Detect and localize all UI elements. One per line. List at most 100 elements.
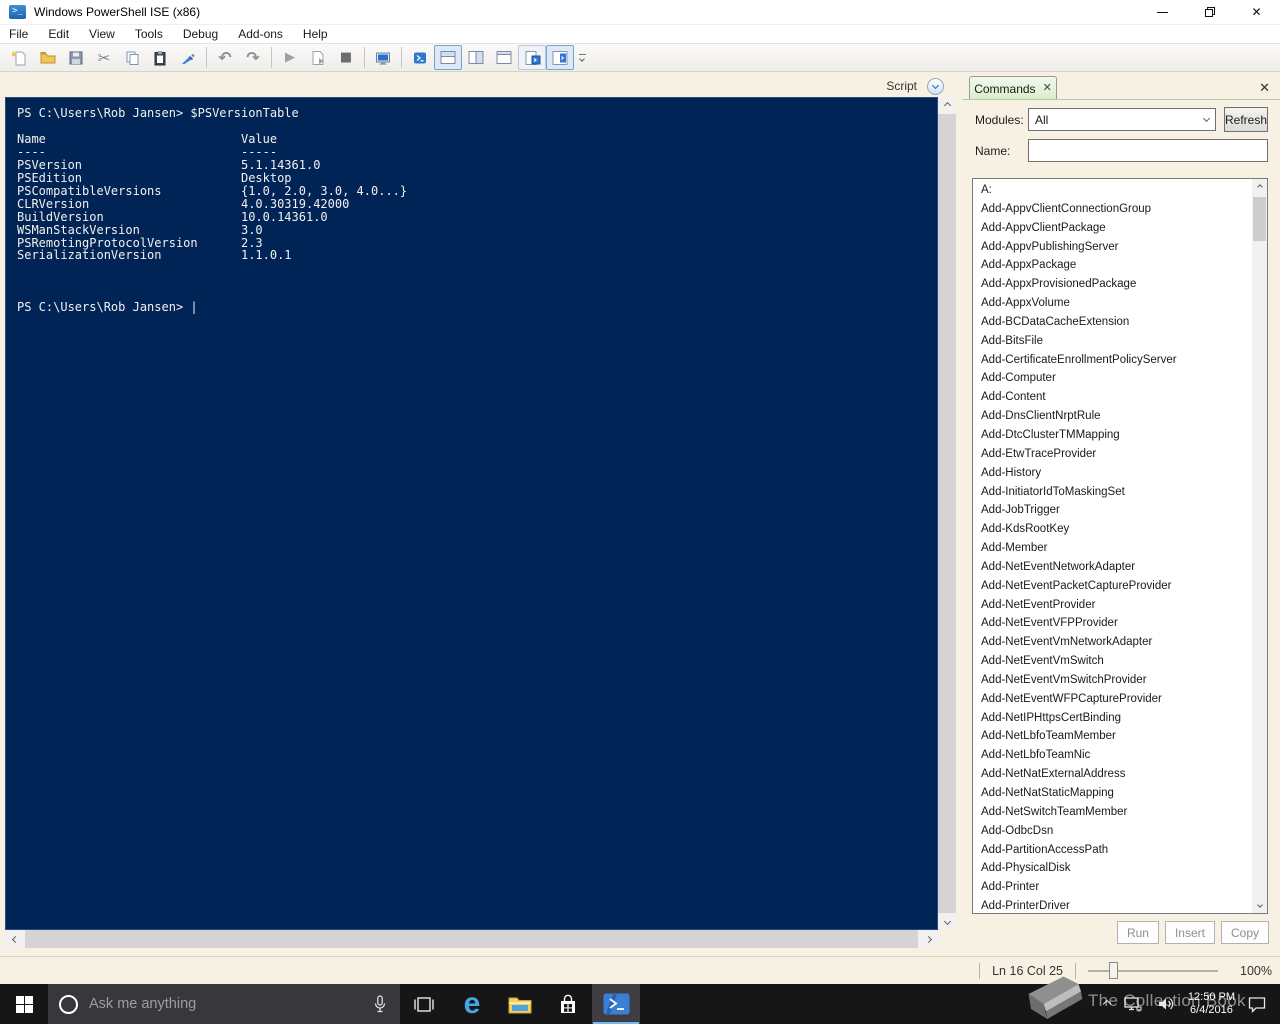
command-list-item[interactable]: Add-DtcClusterTMMapping (973, 426, 1251, 445)
command-list-item[interactable]: Add-PartitionAccessPath (973, 841, 1251, 860)
tray-clock[interactable]: 12:50 PM6/4/2016 (1182, 984, 1241, 1024)
command-list-item[interactable]: Add-AppxProvisionedPackage (973, 275, 1251, 294)
scroll-down-button[interactable] (938, 913, 956, 930)
command-list-item[interactable]: Add-BCDataCacheExtension (973, 313, 1251, 332)
start-powershell-button[interactable] (406, 45, 434, 70)
microphone-icon[interactable] (373, 995, 387, 1014)
taskbar-store-button[interactable] (544, 984, 592, 1024)
command-list-item[interactable]: Add-DnsClientNrptRule (973, 407, 1251, 426)
command-list-item[interactable]: Add-Printer (973, 878, 1251, 897)
restore-button[interactable] (1186, 0, 1233, 25)
show-script-pane-top-button[interactable] (434, 45, 462, 70)
show-script-pane-toggle-button[interactable] (546, 45, 574, 70)
name-filter-input[interactable] (1028, 139, 1268, 162)
run-script-button[interactable]: ▶ (276, 45, 304, 70)
panel-close-button[interactable]: ✕ (1259, 80, 1270, 96)
undo-button[interactable]: ↶ (211, 45, 239, 70)
minimize-button[interactable] (1139, 0, 1186, 25)
command-list-item[interactable]: Add-NetEventProvider (973, 596, 1251, 615)
open-script-button[interactable] (34, 45, 62, 70)
insert-button[interactable]: Insert (1165, 921, 1215, 944)
console-pane[interactable]: PS C:\Users\Rob Jansen> $PSVersionTableN… (5, 97, 938, 930)
command-list-item[interactable]: Add-PrinterDriver (973, 897, 1251, 914)
commands-list-scrollbar[interactable] (1252, 179, 1267, 913)
command-list-item[interactable]: Add-PhysicalDisk (973, 859, 1251, 878)
clear-console-button[interactable] (174, 45, 202, 70)
command-list-item[interactable]: Add-NetEventPacketCaptureProvider (973, 577, 1251, 596)
menu-item[interactable]: Edit (38, 27, 79, 41)
console-horizontal-scrollbar[interactable] (5, 930, 938, 948)
taskbar-edge-button[interactable]: e (448, 984, 496, 1024)
taskbar-file-explorer-button[interactable] (496, 984, 544, 1024)
command-list-item[interactable]: Add-AppxVolume (973, 294, 1251, 313)
run-button[interactable]: Run (1117, 921, 1159, 944)
new-remote-powershell-tab-button[interactable] (369, 45, 397, 70)
tab-close-icon[interactable]: ✕ (1043, 83, 1052, 94)
zoom-slider-thumb[interactable] (1109, 962, 1118, 979)
console-vertical-scrollbar[interactable] (938, 97, 956, 930)
command-list-item[interactable]: Add-Computer (973, 369, 1251, 388)
cut-button[interactable]: ✂ (90, 45, 118, 70)
start-button[interactable] (0, 984, 48, 1024)
tray-volume-icon[interactable] (1150, 984, 1182, 1024)
zoom-slider[interactable] (1088, 962, 1218, 979)
scrollbar-thumb[interactable] (1253, 197, 1266, 241)
scroll-up-button[interactable] (1252, 179, 1267, 195)
command-list-item[interactable]: Add-AppvClientConnectionGroup (973, 200, 1251, 219)
menu-item[interactable]: File (0, 27, 38, 41)
stop-operation-button[interactable]: ■ (332, 45, 360, 70)
command-list-item[interactable]: Add-NetEventVmNetworkAdapter (973, 633, 1251, 652)
command-list-item[interactable]: Add-OdbcDsn (973, 822, 1251, 841)
scroll-right-button[interactable] (918, 930, 938, 948)
command-list-item[interactable]: Add-NetEventVmSwitch (973, 652, 1251, 671)
close-button[interactable]: ✕ (1233, 0, 1280, 25)
command-list-item[interactable]: Add-NetNatExternalAddress (973, 765, 1251, 784)
menu-item[interactable]: Add-ons (228, 27, 293, 41)
command-list-item[interactable]: Add-NetEventWFPCaptureProvider (973, 690, 1251, 709)
show-commands-addon-button[interactable] (518, 45, 546, 70)
command-list-item[interactable]: Add-EtwTraceProvider (973, 445, 1251, 464)
scroll-down-button[interactable] (1252, 897, 1267, 913)
scroll-up-button[interactable] (938, 97, 956, 114)
copy-button[interactable] (118, 45, 146, 70)
copy-button-panel[interactable]: Copy (1221, 921, 1269, 944)
scroll-left-button[interactable] (5, 930, 25, 948)
command-list-item[interactable]: Add-NetIPHttpsCertBinding (973, 709, 1251, 728)
command-list-item[interactable]: Add-InitiatorIdToMaskingSet (973, 483, 1251, 502)
command-list-item[interactable]: Add-NetSwitchTeamMember (973, 803, 1251, 822)
refresh-button[interactable]: Refresh (1224, 107, 1268, 132)
command-list-item[interactable]: Add-NetLbfoTeamMember (973, 727, 1251, 746)
command-list-item[interactable]: Add-NetNatStaticMapping (973, 784, 1251, 803)
command-list-item[interactable]: Add-Content (973, 388, 1251, 407)
paste-button[interactable] (146, 45, 174, 70)
command-list-item[interactable]: Add-AppvPublishingServer (973, 238, 1251, 257)
tab-commands[interactable]: Commands ✕ (969, 76, 1057, 100)
show-script-pane-maximized-button[interactable] (490, 45, 518, 70)
taskbar-powershell-ise-button[interactable] (592, 984, 640, 1024)
script-pane-expand-button[interactable] (927, 78, 944, 95)
command-list-item[interactable]: Add-NetEventVFPProvider (973, 614, 1251, 633)
command-list-item[interactable]: A: (973, 181, 1251, 200)
command-list-item[interactable]: Add-JobTrigger (973, 501, 1251, 520)
redo-button[interactable]: ↷ (239, 45, 267, 70)
command-list-item[interactable]: Add-KdsRootKey (973, 520, 1251, 539)
command-list-item[interactable]: Add-CertificateEnrollmentPolicyServer (973, 351, 1251, 370)
menu-item[interactable]: Help (293, 27, 338, 41)
command-list-item[interactable]: Add-History (973, 464, 1251, 483)
command-list-item[interactable]: Add-AppxPackage (973, 256, 1251, 275)
menu-item[interactable]: Debug (173, 27, 228, 41)
command-list-item[interactable]: Add-Member (973, 539, 1251, 558)
action-center-button[interactable] (1241, 984, 1280, 1024)
command-list-item[interactable]: Add-BitsFile (973, 332, 1251, 351)
command-list-item[interactable]: Add-NetEventVmSwitchProvider (973, 671, 1251, 690)
show-script-pane-right-button[interactable] (462, 45, 490, 70)
run-selection-button[interactable] (304, 45, 332, 70)
menu-item[interactable]: View (79, 27, 125, 41)
task-view-button[interactable] (400, 984, 448, 1024)
command-list-item[interactable]: Add-AppvClientPackage (973, 219, 1251, 238)
save-button[interactable] (62, 45, 90, 70)
tray-network-icon[interactable] (1117, 984, 1150, 1024)
modules-dropdown[interactable]: All (1028, 108, 1216, 131)
zoom-slider-track[interactable] (1088, 970, 1218, 972)
command-list-item[interactable]: Add-NetLbfoTeamNic (973, 746, 1251, 765)
